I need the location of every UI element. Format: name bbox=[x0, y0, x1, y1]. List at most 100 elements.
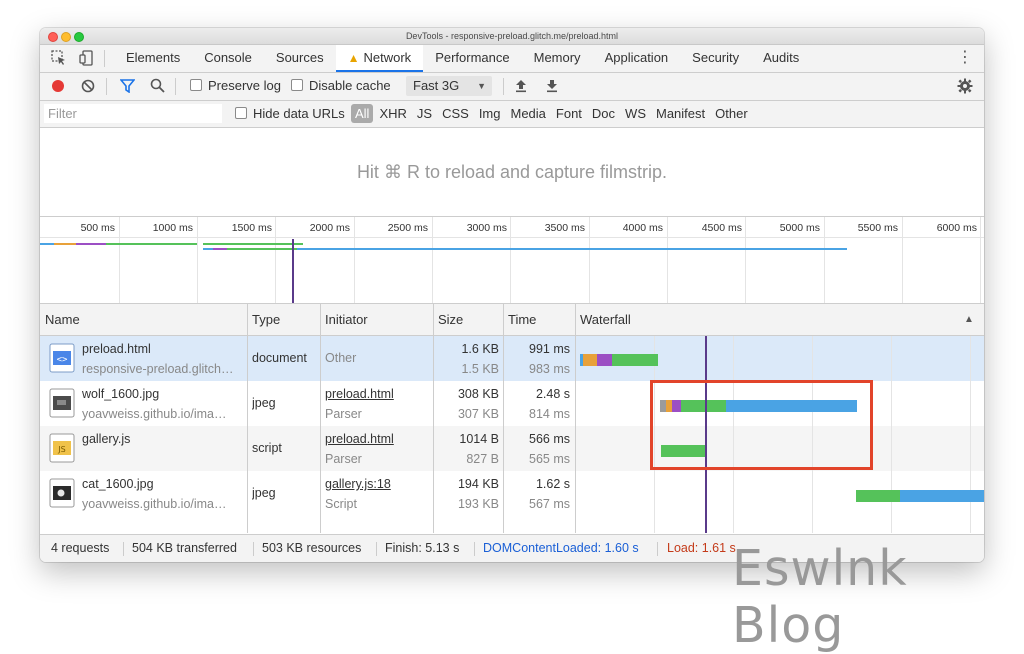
devtools-window: DevTools - responsive-preload.glitch.me/… bbox=[40, 28, 984, 562]
preserve-log-label: Preserve log bbox=[208, 78, 281, 93]
title-bar: DevTools - responsive-preload.glitch.me/… bbox=[40, 28, 984, 45]
tab-memory[interactable]: Memory bbox=[522, 45, 593, 72]
filter-bar: Filter Hide data URLs All XHR JS CSS Img… bbox=[40, 101, 984, 128]
request-count: 4 requests bbox=[51, 541, 110, 555]
filter-other[interactable]: Other bbox=[711, 104, 752, 123]
waterfall-bar bbox=[900, 490, 984, 502]
tab-application[interactable]: Application bbox=[593, 45, 681, 72]
preserve-log-box[interactable] bbox=[190, 79, 202, 91]
disable-cache-box[interactable] bbox=[291, 79, 303, 91]
watermark: Eswlnk Blog bbox=[732, 540, 908, 654]
sort-ascending-icon[interactable]: ▲ bbox=[964, 304, 974, 335]
request-initiator-link[interactable]: preload.html bbox=[325, 387, 430, 401]
import-har-icon[interactable] bbox=[514, 78, 528, 93]
tick-label: 2500 ms bbox=[387, 222, 428, 234]
maximize-window-button[interactable] bbox=[74, 32, 84, 42]
tab-elements[interactable]: Elements bbox=[114, 45, 192, 72]
column-type[interactable]: Type bbox=[247, 304, 320, 335]
tab-sources[interactable]: Sources bbox=[264, 45, 336, 72]
filter-img[interactable]: Img bbox=[475, 104, 505, 123]
overview-bar bbox=[40, 243, 54, 245]
column-time[interactable]: Time bbox=[503, 304, 575, 335]
search-icon[interactable] bbox=[150, 78, 165, 93]
column-initiator[interactable]: Initiator bbox=[320, 304, 433, 335]
device-toolbar-icon[interactable] bbox=[78, 49, 96, 67]
hide-data-urls-checkbox[interactable]: Hide data URLs bbox=[235, 106, 345, 121]
window-title: DevTools - responsive-preload.glitch.me/… bbox=[405, 31, 619, 41]
request-initiator-link[interactable]: gallery.js:18 bbox=[325, 477, 430, 491]
column-size[interactable]: Size bbox=[433, 304, 503, 335]
transferred-size: 504 KB transferred bbox=[132, 541, 237, 555]
request-initiator: Other bbox=[325, 351, 357, 365]
load-time: Load: 1.61 s bbox=[667, 541, 736, 555]
record-icon[interactable] bbox=[51, 79, 65, 93]
filter-icon[interactable] bbox=[120, 79, 135, 93]
request-initiator-link[interactable]: preload.html bbox=[325, 432, 430, 446]
panel-tab-bar: Elements Console Sources ▲ Network Perfor… bbox=[40, 45, 984, 73]
waterfall-bar bbox=[856, 490, 900, 502]
overview-bar bbox=[297, 248, 847, 250]
tab-security[interactable]: Security bbox=[680, 45, 751, 72]
html-file-icon: <> bbox=[49, 343, 75, 373]
tab-audits[interactable]: Audits bbox=[751, 45, 811, 72]
chevron-down-icon: ▼ bbox=[477, 81, 486, 91]
request-latency: 567 ms bbox=[529, 497, 570, 511]
column-waterfall[interactable]: Waterfall bbox=[575, 304, 975, 335]
close-window-button[interactable] bbox=[48, 32, 58, 42]
hide-data-urls-box[interactable] bbox=[235, 107, 247, 119]
tick-label: 5000 ms bbox=[779, 222, 820, 234]
tab-console[interactable]: Console bbox=[192, 45, 264, 72]
filter-css[interactable]: CSS bbox=[438, 104, 473, 123]
overview-bar bbox=[76, 243, 106, 245]
table-row[interactable]: cat_1600.jpg yoavweiss.github.io/ima… jp… bbox=[40, 471, 984, 516]
tab-performance[interactable]: Performance bbox=[423, 45, 521, 72]
request-content-size: 1.5 KB bbox=[461, 362, 499, 376]
tick-label: 6000 ms bbox=[936, 222, 977, 234]
minimize-window-button[interactable] bbox=[61, 32, 71, 42]
filter-media[interactable]: Media bbox=[506, 104, 549, 123]
request-size: 1.6 KB bbox=[461, 342, 499, 356]
overview-bar bbox=[106, 243, 197, 245]
waterfall-bar bbox=[612, 354, 658, 366]
request-initiator-kind: Script bbox=[325, 497, 357, 511]
tab-network[interactable]: ▲ Network bbox=[335, 45, 424, 72]
filter-js[interactable]: JS bbox=[413, 104, 436, 123]
table-row[interactable]: <> preload.html responsive-preload.glitc… bbox=[40, 336, 984, 381]
request-time: 991 ms bbox=[529, 342, 570, 356]
request-time: 1.62 s bbox=[535, 477, 570, 491]
column-name[interactable]: Name bbox=[40, 304, 247, 335]
filter-doc[interactable]: Doc bbox=[588, 104, 619, 123]
gear-icon[interactable] bbox=[957, 78, 973, 94]
filter-ws[interactable]: WS bbox=[621, 104, 650, 123]
filter-font[interactable]: Font bbox=[552, 104, 586, 123]
preserve-log-checkbox[interactable]: Preserve log bbox=[190, 78, 281, 93]
svg-text:JS: JS bbox=[57, 445, 65, 454]
throttling-select[interactable]: Fast 3G ▼ bbox=[406, 76, 492, 96]
overview-bar bbox=[203, 248, 213, 250]
tick-label: 1000 ms bbox=[152, 222, 193, 234]
request-initiator-kind: Parser bbox=[325, 407, 362, 421]
more-options-icon[interactable]: ⋮ bbox=[957, 49, 973, 67]
export-har-icon[interactable] bbox=[545, 78, 559, 93]
request-type: jpeg bbox=[252, 486, 276, 500]
filmstrip-area: Hit ⌘ R to reload and capture filmstrip. bbox=[40, 128, 984, 217]
resource-type-filters: All XHR JS CSS Img Media Font Doc WS Man… bbox=[351, 104, 754, 123]
finish-time: Finish: 5.13 s bbox=[385, 541, 460, 555]
filter-all[interactable]: All bbox=[351, 104, 374, 123]
filter-input[interactable]: Filter bbox=[44, 104, 222, 123]
overview-bar bbox=[213, 248, 227, 250]
inspect-element-icon[interactable] bbox=[50, 49, 68, 67]
filter-xhr[interactable]: XHR bbox=[375, 104, 410, 123]
disable-cache-checkbox[interactable]: Disable cache bbox=[291, 78, 391, 93]
tick-label: 500 ms bbox=[80, 222, 115, 234]
clear-icon[interactable] bbox=[81, 79, 95, 93]
tick-label: 2000 ms bbox=[309, 222, 350, 234]
overview-bar bbox=[54, 243, 76, 245]
tick-label: 4000 ms bbox=[622, 222, 663, 234]
request-content-size: 307 KB bbox=[457, 407, 499, 421]
request-url: yoavweiss.github.io/ima… bbox=[82, 407, 227, 421]
filter-manifest[interactable]: Manifest bbox=[652, 104, 709, 123]
request-name: gallery.js bbox=[82, 432, 131, 446]
timeline-overview[interactable]: 500 ms 1000 ms 1500 ms 2000 ms 2500 ms 3… bbox=[40, 217, 984, 304]
request-url: yoavweiss.github.io/ima… bbox=[82, 497, 227, 511]
